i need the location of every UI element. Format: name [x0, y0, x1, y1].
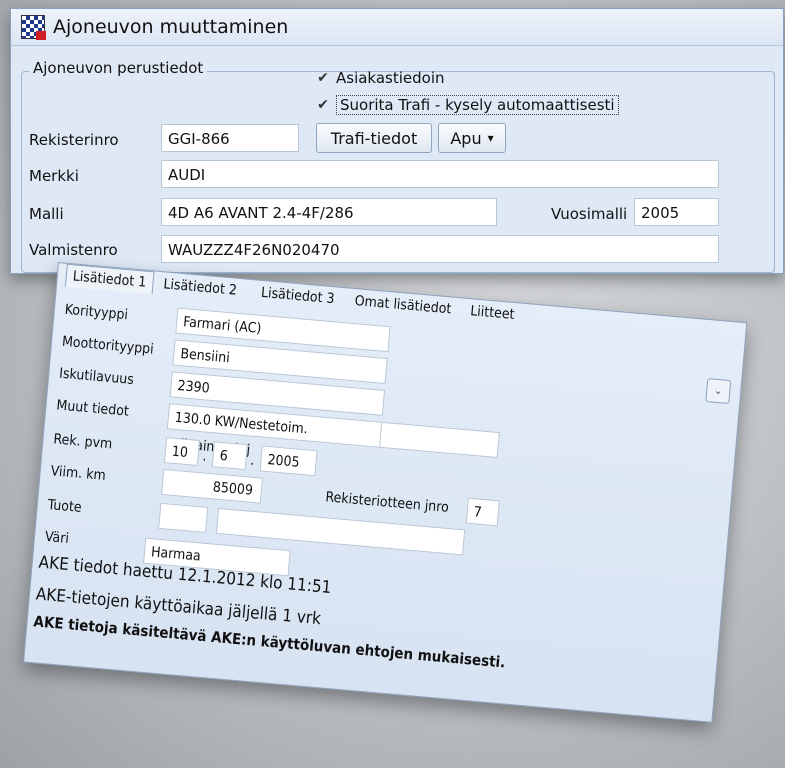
- vuosimalli-field[interactable]: 2005: [634, 198, 719, 226]
- label-vari: Väri: [44, 528, 70, 547]
- viim-km-field[interactable]: 85009: [161, 468, 263, 504]
- date-separator: .: [249, 452, 256, 469]
- label-tuote: Tuote: [47, 497, 83, 516]
- label-viim-km: Viim. km: [50, 463, 107, 484]
- apu-label: Apu: [450, 128, 482, 148]
- title-bar: Ajoneuvon muuttaminen: [11, 9, 783, 46]
- tab-lisatiedot-3[interactable]: Lisätiedot 3: [260, 285, 335, 307]
- additional-info-panel: Lisätiedot 1 Lisätiedot 2 Lisätiedot 3 O…: [22, 262, 748, 723]
- checkbox-label: Asiakastiedoin: [336, 69, 445, 87]
- checkbox-trafi-auto[interactable]: ✔ Suorita Trafi - kysely automaattisesti: [316, 95, 619, 115]
- rek-pvm-day-field[interactable]: 10: [163, 437, 201, 466]
- tab-lisatiedot-1[interactable]: Lisätiedot 1: [64, 263, 155, 295]
- label-korityyppi: Korityyppi: [64, 301, 129, 324]
- checkbox-label: Suorita Trafi - kysely automaattisesti: [336, 95, 619, 115]
- rek-pvm-month-field[interactable]: 6: [211, 441, 248, 471]
- checkbox-check-icon: ✔: [317, 70, 329, 86]
- label-rekisteriotteen-jnro: Rekisteriotteen jnro: [324, 489, 450, 516]
- label-merkki: Merkki: [29, 167, 79, 185]
- rekisteriotteen-jnro-field[interactable]: 7: [465, 497, 500, 527]
- tab-lisatiedot-2[interactable]: Lisätiedot 2: [163, 276, 238, 298]
- malli-field[interactable]: 4D A6 AVANT 2.4-4F/286: [161, 198, 497, 226]
- tuote-code-field[interactable]: [158, 502, 209, 533]
- merkki-field[interactable]: AUDI: [161, 160, 719, 188]
- rek-pvm-year-field[interactable]: 2005: [259, 445, 318, 477]
- date-separator: .: [201, 448, 208, 465]
- label-moottorityyppi: Moottorityyppi: [61, 333, 155, 358]
- label-valmistenro: Valmistenro: [29, 241, 118, 259]
- apu-button[interactable]: Apu ▾: [438, 123, 506, 153]
- tab-liitteet[interactable]: Liitteet: [470, 303, 516, 323]
- group-legend: Ajoneuvon perustiedot: [29, 59, 208, 77]
- app-flag-icon: [21, 15, 46, 40]
- label-malli: Malli: [29, 205, 64, 223]
- checkbox-check-icon: ✔: [317, 97, 329, 113]
- label-iskutilavuus: Iskutilavuus: [58, 365, 135, 389]
- rekisterinro-field[interactable]: GGI-866: [161, 124, 299, 152]
- valmistenro-field[interactable]: WAUZZZ4F26N020470: [161, 235, 719, 263]
- chevron-down-icon: ▾: [487, 131, 494, 145]
- label-rek-pvm: Rek. pvm: [52, 431, 113, 453]
- trafi-tiedot-button[interactable]: Trafi-tiedot: [316, 123, 432, 153]
- label-rekisterinro: Rekisterinro: [29, 131, 119, 149]
- muut-tiedot-field-extension[interactable]: [380, 421, 500, 459]
- tab-omat-lisatiedot[interactable]: Omat lisätiedot: [354, 293, 452, 317]
- window-title: Ajoneuvon muuttaminen: [53, 16, 289, 38]
- checkbox-asiakastiedoin[interactable]: ✔ Asiakastiedoin: [316, 69, 445, 87]
- label-vuosimalli: Vuosimalli: [551, 205, 628, 223]
- vehicle-edit-window: Ajoneuvon muuttaminen Ajoneuvon perustie…: [10, 8, 784, 274]
- expand-chevron-icon[interactable]: ⌄: [705, 378, 732, 405]
- label-muut-tiedot: Muut tiedot: [55, 397, 130, 420]
